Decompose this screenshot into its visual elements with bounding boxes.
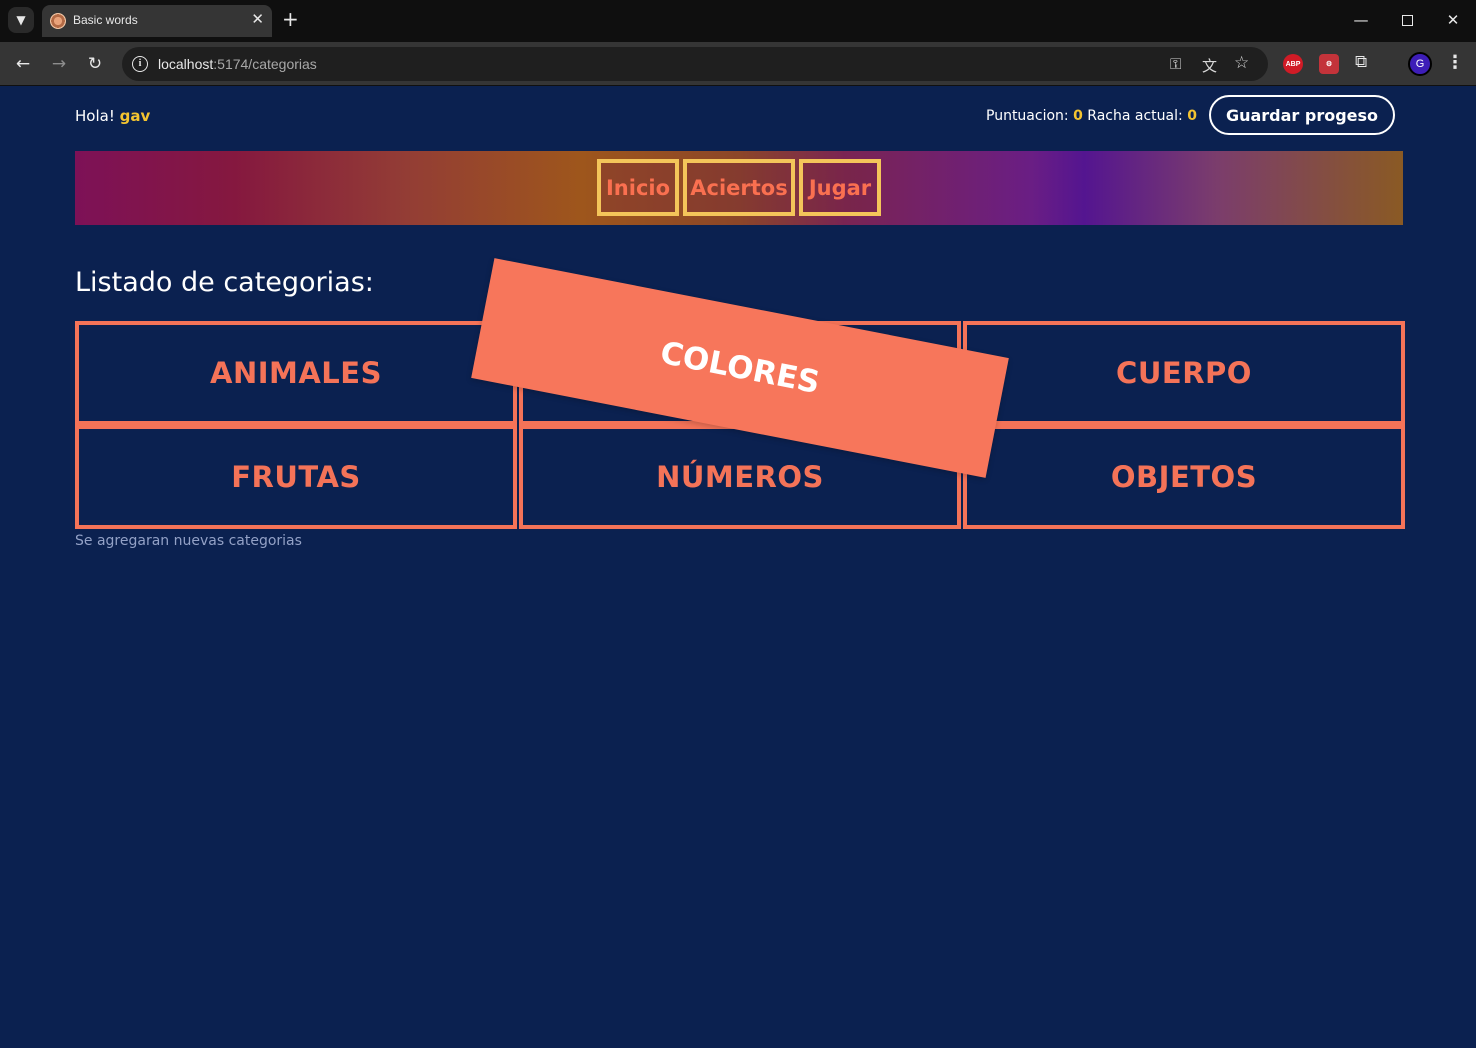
window-maximize-icon[interactable]: [1384, 0, 1430, 40]
tab-search-chevron-icon[interactable]: ▼: [8, 7, 34, 33]
score-value: 0: [1073, 108, 1083, 124]
category-card-frutas[interactable]: FRUTAS: [75, 425, 517, 529]
window-minimize-icon[interactable]: —: [1338, 0, 1384, 40]
username: gav: [119, 107, 151, 125]
streak-label: Racha actual:: [1087, 108, 1183, 124]
address-bar[interactable]: i localhost:5174/categorias ⚿ 文 ☆: [122, 47, 1268, 81]
url-host: localhost: [158, 56, 214, 72]
tab-favicon-icon: [50, 13, 66, 29]
browser-toolbar: ← → ↻ i localhost:5174/categorias ⚿ 文 ☆ …: [0, 42, 1476, 86]
forward-arrow-icon[interactable]: →: [47, 52, 71, 76]
category-card-animales[interactable]: ANIMALES: [75, 321, 517, 425]
footnote: Se agregaran nuevas categorias: [75, 533, 302, 549]
reload-icon[interactable]: ↻: [83, 52, 107, 76]
category-card-cuerpo[interactable]: CUERPO: [963, 321, 1405, 425]
browser-tab[interactable]: Basic words ✕: [42, 5, 272, 37]
save-progress-button[interactable]: Guardar progeso: [1209, 95, 1395, 135]
greeting: Hola! gav: [75, 107, 150, 125]
nav-link-inicio[interactable]: Inicio: [597, 159, 679, 216]
browser-menu-icon[interactable]: ⋮: [1446, 52, 1464, 73]
profile-avatar[interactable]: G: [1408, 52, 1432, 76]
category-card-objetos[interactable]: OBJETOS: [963, 425, 1405, 529]
nav-link-aciertos[interactable]: Aciertos: [683, 159, 795, 216]
password-key-icon[interactable]: ⚿: [1170, 55, 1181, 73]
greeting-label: Hola!: [75, 107, 115, 125]
extension-icon[interactable]: ⚙: [1319, 54, 1339, 74]
score-label: Puntuacion:: [986, 108, 1069, 124]
app-page: Hola! gav Puntuacion: 0 Racha actual: 0 …: [0, 87, 1476, 1048]
bookmark-star-icon[interactable]: ☆: [1234, 53, 1249, 73]
extensions-puzzle-icon[interactable]: ⧉: [1355, 52, 1367, 72]
streak-value: 0: [1187, 108, 1197, 124]
back-arrow-icon[interactable]: ←: [11, 52, 35, 76]
url-path: :5174/categorias: [213, 56, 317, 72]
tab-close-icon[interactable]: ✕: [251, 10, 264, 28]
site-info-icon[interactable]: i: [132, 56, 148, 72]
nav-banner: Inicio Aciertos Jugar: [75, 151, 1403, 225]
translate-icon[interactable]: 文: [1202, 55, 1217, 76]
page-title: Listado de categorias:: [75, 267, 374, 298]
nav-link-jugar[interactable]: Jugar: [799, 159, 881, 216]
main-nav: Inicio Aciertos Jugar: [597, 159, 881, 217]
tab-title: Basic words: [73, 13, 138, 27]
new-tab-plus-icon[interactable]: +: [282, 8, 299, 30]
score-panel: Puntuacion: 0 Racha actual: 0: [986, 108, 1197, 124]
adblock-extension-icon[interactable]: ABP: [1283, 54, 1303, 74]
browser-tabstrip: ▼ Basic words ✕ + — ✕: [0, 0, 1476, 42]
window-close-icon[interactable]: ✕: [1430, 0, 1476, 40]
url-text: localhost:5174/categorias: [158, 56, 317, 72]
